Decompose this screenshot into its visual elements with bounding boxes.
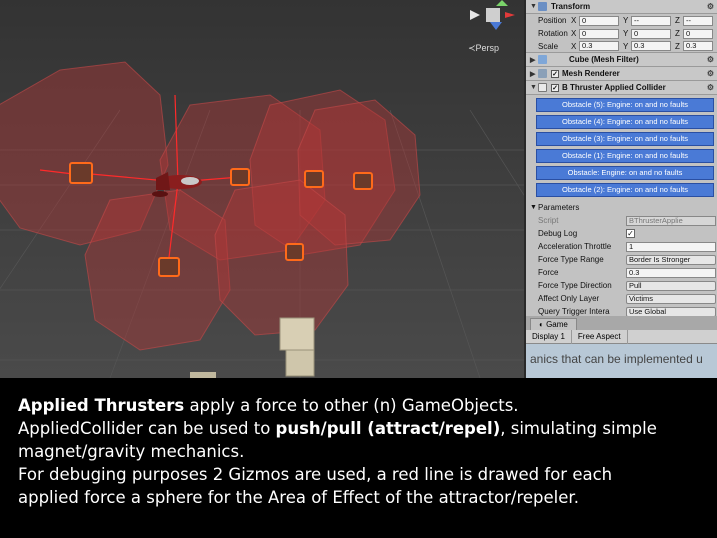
mesh-filter-title: Cube (Mesh Filter) bbox=[569, 55, 639, 64]
rotation-row: Rotation X0 Y0 Z0 bbox=[526, 27, 717, 40]
acceleration-label: Acceleration Throttle bbox=[538, 242, 612, 251]
collapse-arrow-icon[interactable]: ▼ bbox=[530, 3, 538, 10]
debug-log-row: Debug Log ✓ bbox=[526, 227, 717, 240]
aspect-dropdown[interactable]: Free Aspect bbox=[572, 329, 628, 344]
parameters-foldout[interactable]: ▼ Parameters bbox=[526, 201, 717, 214]
affect-layer-row: Affect Only Layer Victims bbox=[526, 292, 717, 305]
force-direction-dropdown[interactable]: Pull bbox=[626, 280, 716, 291]
caption: Applied Thrusters apply a force to other… bbox=[0, 378, 717, 538]
expand-arrow-icon[interactable]: ▶ bbox=[530, 70, 538, 78]
force-direction-row: Force Type Direction Pull bbox=[526, 279, 717, 292]
game-view-text: anics that can be implemented u bbox=[530, 352, 703, 366]
applied-collider-title: B Thruster Applied Collider bbox=[562, 83, 666, 92]
rotation-z-field[interactable]: 0 bbox=[683, 28, 713, 39]
gear-icon[interactable]: ⚙ bbox=[707, 55, 714, 64]
obstacle-button[interactable]: Obstacle (5): Engine: on and no faults bbox=[536, 98, 714, 112]
query-trigger-label: Query Trigger Intera bbox=[538, 307, 610, 316]
affect-layer-dropdown[interactable]: Victims bbox=[626, 293, 716, 304]
scale-z-field[interactable]: 0.3 bbox=[683, 41, 713, 51]
position-z-field[interactable]: -- bbox=[683, 15, 713, 26]
mesh-renderer-icon bbox=[538, 69, 547, 78]
gear-icon[interactable]: ⚙ bbox=[707, 69, 714, 78]
parameters-title: Parameters bbox=[538, 203, 580, 212]
applied-collider-header[interactable]: ▼ ✓ B Thruster Applied Collider ⚙ bbox=[526, 81, 717, 95]
obstacle-button[interactable]: Obstacle (3): Engine: on and no faults bbox=[536, 132, 714, 146]
gear-icon[interactable]: ⚙ bbox=[707, 2, 714, 11]
caption-line-3: magnet/gravity mechanics. bbox=[18, 442, 245, 461]
obstacle-button[interactable]: Obstacle (4): Engine: on and no faults bbox=[536, 115, 714, 129]
caption-line-1: Applied Thrusters apply a force to other… bbox=[18, 396, 519, 415]
expand-arrow-icon[interactable]: ▶ bbox=[530, 56, 538, 64]
script-field: BThrusterApplie bbox=[626, 215, 716, 226]
collapse-arrow-icon[interactable]: ▼ bbox=[530, 84, 538, 91]
scene-canvas[interactable] bbox=[0, 0, 524, 378]
scale-x-field[interactable]: 0.3 bbox=[579, 41, 619, 51]
query-trigger-dropdown[interactable]: Use Global bbox=[626, 306, 716, 316]
force-label: Force bbox=[538, 268, 559, 277]
force-type-range-row: Force Type Range Border Is Stronger bbox=[526, 253, 717, 266]
scale-y-field[interactable]: 0.3 bbox=[631, 41, 671, 51]
tab-game[interactable]: ◐ Game bbox=[530, 318, 577, 330]
applied-collider-enabled-checkbox[interactable]: ✓ bbox=[551, 83, 559, 92]
obstacle-button[interactable]: Obstacle (1): Engine: on and no faults bbox=[536, 149, 714, 163]
mesh-renderer-title: Mesh Renderer bbox=[562, 69, 620, 78]
game-panel: ◐ Game Display 1 Free Aspect anics that … bbox=[524, 316, 717, 378]
collapse-arrow-icon[interactable]: ▼ bbox=[530, 204, 538, 211]
force-direction-label: Force Type Direction bbox=[538, 281, 612, 290]
caption-line-5: applied force a sphere for the Area of E… bbox=[18, 488, 579, 507]
script-label: Script bbox=[538, 216, 559, 225]
mesh-filter-header[interactable]: ▶ Cube (Mesh Filter) ⚙ bbox=[526, 53, 717, 67]
force-field[interactable]: 0.3 bbox=[626, 267, 716, 278]
position-label: Position bbox=[538, 16, 567, 25]
scale-label: Scale bbox=[538, 41, 559, 51]
game-view[interactable]: anics that can be implemented u bbox=[526, 344, 717, 378]
rotation-y-field[interactable]: 0 bbox=[631, 28, 671, 39]
force-type-range-label: Force Type Range bbox=[538, 255, 604, 264]
transform-header[interactable]: ▼ Transform ⚙ bbox=[526, 0, 717, 14]
persp-label[interactable]: ≺Persp bbox=[468, 43, 499, 54]
scene-view[interactable]: ≺Persp bbox=[0, 0, 524, 378]
obstacle-button[interactable]: Obstacle: Engine: on and no faults bbox=[536, 166, 714, 180]
acceleration-row: Acceleration Throttle 1 bbox=[526, 240, 717, 253]
gear-icon[interactable]: ⚙ bbox=[707, 83, 714, 92]
caption-line-4: For debuging purposes 2 Gizmos are used,… bbox=[18, 465, 613, 484]
debug-log-label: Debug Log bbox=[538, 229, 578, 238]
mesh-filter-icon bbox=[538, 55, 547, 64]
caption-line-2: AppliedCollider can be used to push/pull… bbox=[18, 419, 657, 438]
query-trigger-row: Query Trigger Intera Use Global bbox=[526, 305, 717, 316]
debug-log-checkbox[interactable]: ✓ bbox=[626, 229, 635, 238]
scale-row: Scale X 0.3 Y 0.3 Z 0.3 bbox=[526, 40, 717, 53]
transform-title: Transform bbox=[551, 2, 591, 11]
script-icon bbox=[538, 83, 547, 92]
rotation-x-field[interactable]: 0 bbox=[579, 28, 619, 39]
force-row: Force 0.3 bbox=[526, 266, 717, 279]
rotation-label: Rotation bbox=[538, 29, 568, 38]
inspector-panel: ▼ Transform ⚙ Position X0 Y -- Z -- Rotati… bbox=[524, 0, 717, 316]
mesh-renderer-enabled-checkbox[interactable]: ✓ bbox=[551, 69, 559, 78]
acceleration-field[interactable]: 1 bbox=[626, 241, 716, 252]
force-type-range-dropdown[interactable]: Border Is Stronger bbox=[626, 254, 716, 265]
mesh-renderer-header[interactable]: ▶ ✓ Mesh Renderer ⚙ bbox=[526, 67, 717, 81]
transform-icon bbox=[538, 2, 547, 11]
obstacle-button[interactable]: Obstacle (2): Engine: on and no faults bbox=[536, 183, 714, 197]
position-y-field[interactable]: -- bbox=[631, 15, 671, 26]
position-row: Position X0 Y -- Z -- bbox=[526, 14, 717, 27]
position-x-field[interactable]: 0 bbox=[579, 15, 619, 26]
affect-layer-label: Affect Only Layer bbox=[538, 294, 600, 303]
display-dropdown[interactable]: Display 1 bbox=[526, 329, 572, 344]
script-row: Script BThrusterApplie bbox=[526, 214, 717, 227]
